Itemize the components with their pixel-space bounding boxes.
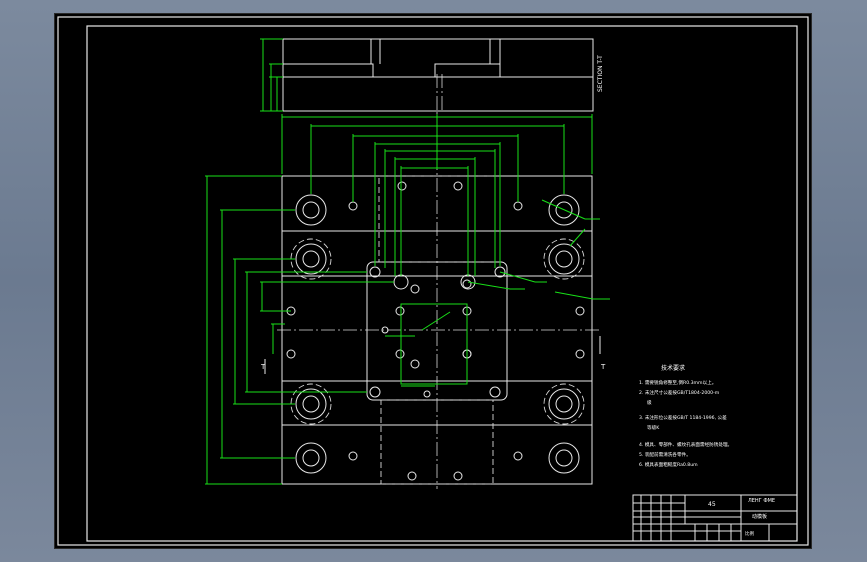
plan-view	[277, 112, 600, 489]
title-block-material: 45	[708, 501, 716, 508]
tech-req-2: 2. 未注尺寸公差按GB/T1804-2000-m	[639, 389, 720, 396]
mold-plate-drawing: SECTION T-T T T 技术要求 1. 需要锐角修整至,倒R0.3mm以…	[57, 16, 809, 546]
tech-req-3: 级	[647, 399, 652, 406]
title-block: 45 ЛЕНГ ФМЕ 动模板 比例	[632, 494, 798, 542]
tech-req-7: 5. 装配前需清洗各零件。	[639, 451, 691, 458]
section-label: SECTION T-T	[597, 55, 604, 92]
tech-requirements-title: 技术要求	[661, 364, 685, 372]
cad-viewport[interactable]: SECTION T-T T T 技术要求 1. 需要锐角修整至,倒R0.3mm以…	[54, 13, 812, 549]
section-view	[282, 38, 594, 113]
tech-req-1: 1. 需要锐角修整至,倒R0.3mm以上。	[639, 379, 716, 386]
tech-req-4: 3. 未注形位公差按GB/T 1184-1996, 公差	[639, 414, 727, 421]
section-cut-markers	[264, 336, 601, 374]
tech-req-5: 等级K	[647, 424, 660, 431]
tech-req-6: 4. 模具、零部件、螺纹孔表面需经防锈处理。	[639, 441, 732, 448]
guide-holes	[290, 194, 585, 474]
title-block-company: ЛЕНГ ФМЕ	[748, 498, 775, 504]
tech-req-8: 6. 模具表面粗糙度Ra0.8um	[639, 461, 698, 468]
screw-holes	[286, 181, 585, 481]
tech-requirements: 技术要求 1. 需要锐角修整至,倒R0.3mm以上。 2. 未注尺寸公差按GB/…	[639, 364, 732, 468]
title-block-scale-label: 比例	[745, 530, 754, 537]
cut-marker-right: T	[600, 363, 606, 371]
cut-marker-left: T	[260, 363, 266, 371]
plan-dimensions	[205, 114, 610, 485]
title-block-drawing-name: 动模板	[752, 513, 767, 520]
section-dimensions	[260, 38, 283, 112]
